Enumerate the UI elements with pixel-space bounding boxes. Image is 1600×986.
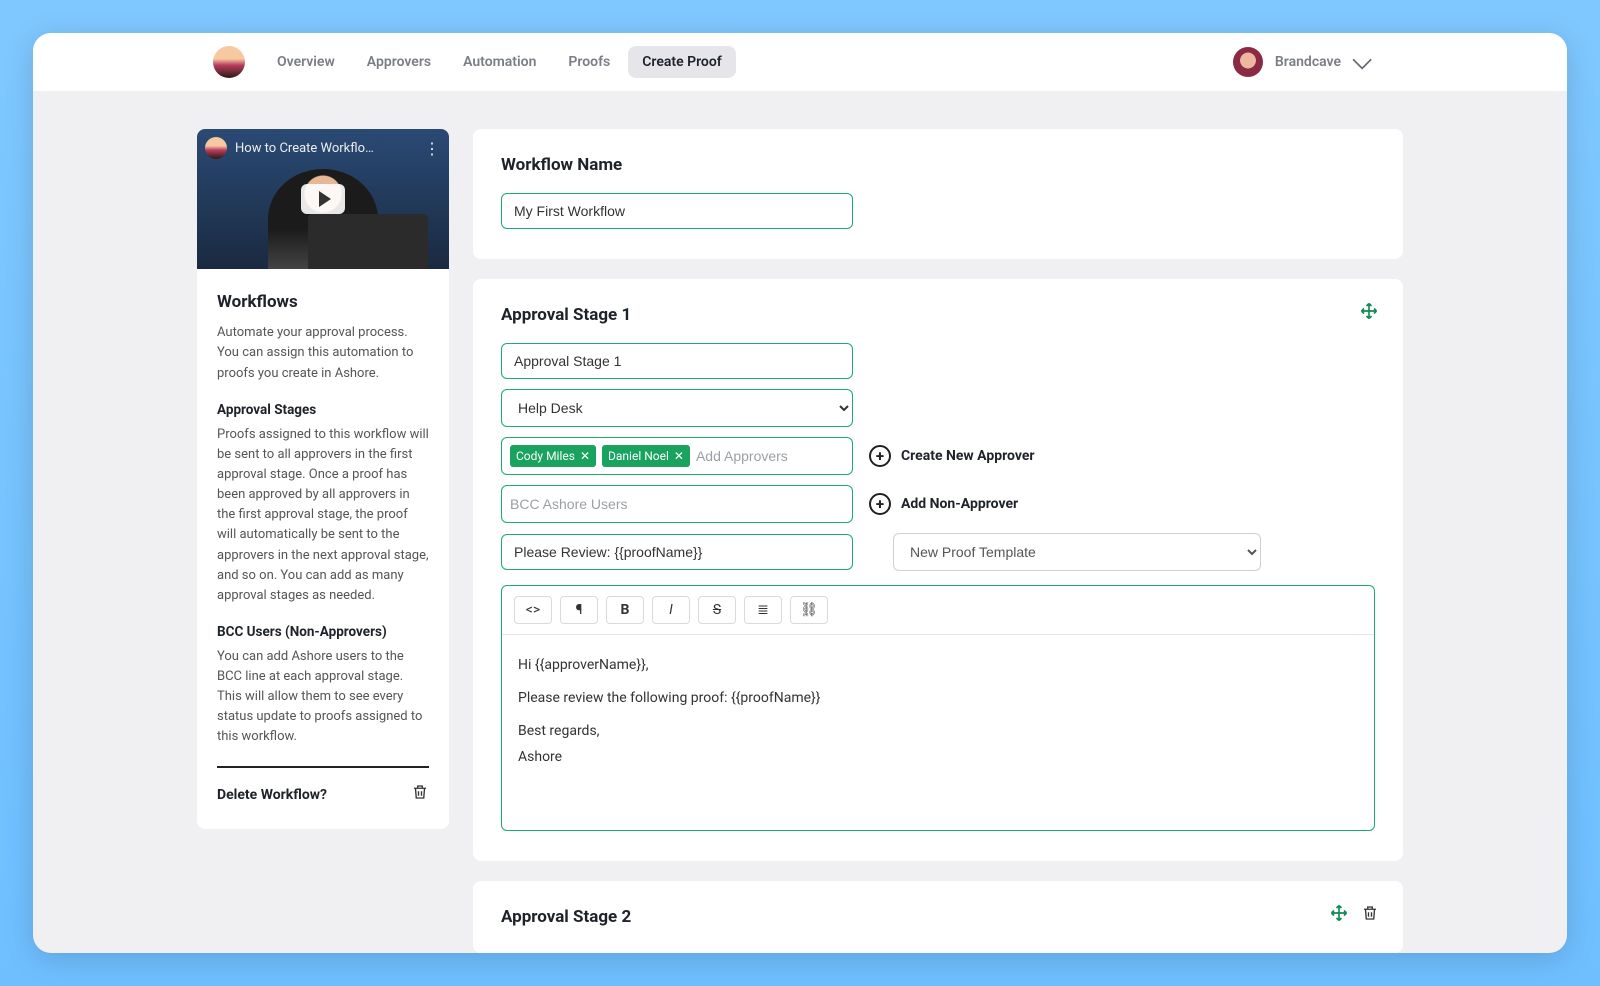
template-select[interactable]: New Proof Template [893,533,1261,571]
workflow-name-heading: Workflow Name [501,155,1375,175]
video-title: How to Create Workflo… [235,141,374,156]
bcc-text-input[interactable] [510,496,844,512]
video-top-bar: How to Create Workflo… ⋮ [205,137,441,159]
sidebar-heading: Workflows [217,289,429,315]
sidebar: How to Create Workflo… ⋮ Workflows Autom… [197,129,449,829]
play-button[interactable] [301,184,345,214]
tool-code[interactable]: <> [514,596,552,624]
create-approver-label: Create New Approver [901,448,1035,464]
remove-tag-icon[interactable]: ✕ [674,449,684,463]
stage2-heading: Approval Stage 2 [501,907,1375,927]
message-line: Best regards, [518,719,1358,744]
org-name: Brandcave [1275,54,1341,70]
bcc-input[interactable] [501,485,853,523]
main: Workflow Name Approval Stage 1 Help Desk [473,129,1403,953]
tool-italic[interactable]: I [652,596,690,624]
approver-tag-label: Cody Miles [516,449,575,463]
nav-tab-automation[interactable]: Automation [449,46,550,78]
approvers-input[interactable]: Cody Miles ✕ Daniel Noel ✕ [501,437,853,475]
app-window: Overview Approvers Automation Proofs Cre… [33,33,1567,953]
remove-tag-icon[interactable]: ✕ [580,449,590,463]
mailbox-select[interactable]: Help Desk [501,389,853,427]
sidebar-intro: Automate your approval process. You can … [217,323,429,383]
add-non-approver-label: Add Non-Approver [901,496,1018,512]
nav-tab-create-proof[interactable]: Create Proof [628,46,735,78]
message-line: Please review the following proof: {{pro… [518,686,1358,711]
approval-stage-1-card: Approval Stage 1 Help Desk Cody Miles ✕ [473,279,1403,861]
stage-name-input[interactable] [501,343,853,379]
create-approver-button[interactable]: Create New Approver [869,445,1035,467]
nav-left: Overview Approvers Automation Proofs Cre… [213,46,736,78]
subject-input[interactable] [501,534,853,570]
plus-icon [869,445,891,467]
plus-icon [869,493,891,515]
nav-tab-proofs[interactable]: Proofs [554,46,624,78]
message-editor: <> ¶ B I S ≣ ⛓ Hi {{approverName}}, Plea… [501,585,1375,831]
stage1-heading: Approval Stage 1 [501,305,1375,325]
workflow-name-input[interactable] [501,193,853,229]
tool-bold[interactable]: B [606,596,644,624]
tool-list[interactable]: ≣ [744,596,782,624]
message-line: Ashore [518,745,1358,770]
delete-stage-icon[interactable] [1361,903,1379,927]
approval-stage-2-card: Approval Stage 2 [473,881,1403,953]
sidebar-section1-body: Proofs assigned to this workflow will be… [217,425,429,606]
add-non-approver-button[interactable]: Add Non-Approver [869,493,1018,515]
approver-tag-label: Daniel Noel [608,449,669,463]
video-menu-icon[interactable]: ⋮ [424,139,441,158]
approvers-text-input[interactable] [696,448,844,464]
logo-icon [213,46,245,78]
avatar[interactable] [1233,47,1263,77]
tool-strike[interactable]: S [698,596,736,624]
sidebar-section1-title: Approval Stages [217,400,429,421]
video-laptop [308,214,428,269]
chevron-down-icon[interactable] [1352,50,1372,70]
editor-body[interactable]: Hi {{approverName}}, Please review the f… [502,635,1374,830]
nav-right: Brandcave [1233,47,1367,77]
sidebar-divider [217,766,429,768]
workflow-name-card: Workflow Name [473,129,1403,259]
sidebar-body: Workflows Automate your approval process… [197,269,449,829]
content-area: How to Create Workflo… ⋮ Workflows Autom… [33,91,1567,953]
approver-tag: Cody Miles ✕ [510,445,596,467]
sidebar-section2-body: You can add Ashore users to the BCC line… [217,647,429,748]
message-line: Hi {{approverName}}, [518,653,1358,678]
delete-workflow-label: Delete Workflow? [217,785,327,807]
tool-link[interactable]: ⛓ [790,596,828,624]
trash-icon[interactable] [411,782,429,810]
nav-tabs: Overview Approvers Automation Proofs Cre… [263,46,736,78]
approver-tag: Daniel Noel ✕ [602,445,690,467]
sidebar-section2-title: BCC Users (Non-Approvers) [217,622,429,643]
editor-toolbar: <> ¶ B I S ≣ ⛓ [502,586,1374,635]
tool-paragraph[interactable]: ¶ [560,596,598,624]
nav-tab-approvers[interactable]: Approvers [353,46,445,78]
move-icon[interactable] [1359,301,1379,325]
play-icon [319,191,331,207]
delete-workflow-row: Delete Workflow? [217,782,429,810]
nav-tab-overview[interactable]: Overview [263,46,349,78]
video-logo-icon [205,137,227,159]
topbar: Overview Approvers Automation Proofs Cre… [33,33,1567,91]
video-thumbnail[interactable]: How to Create Workflo… ⋮ [197,129,449,269]
move-icon[interactable] [1329,903,1349,927]
